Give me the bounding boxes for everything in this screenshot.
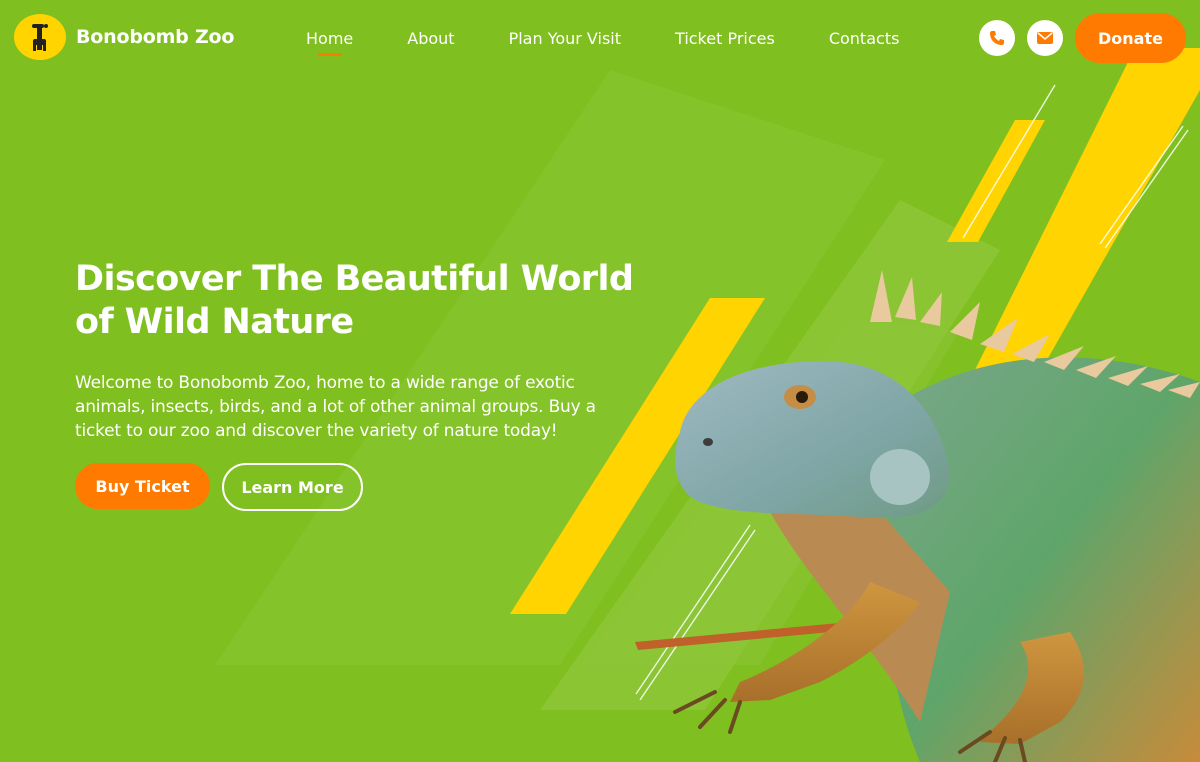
site-header: Bonobomb Zoo Home About Plan Your Visit … <box>0 0 1200 76</box>
learn-more-button[interactable]: Learn More <box>222 463 363 511</box>
phone-button[interactable] <box>979 20 1015 56</box>
iguana-image <box>635 270 1200 762</box>
hero-description: Welcome to Bonobomb Zoo, home to a wide … <box>75 373 596 441</box>
nav-home[interactable]: Home <box>306 29 353 56</box>
hero-section: Discover The Beautiful World of Wild Nat… <box>75 258 635 443</box>
hero-title: Discover The Beautiful World of Wild Nat… <box>75 259 634 342</box>
mail-icon <box>1037 32 1053 44</box>
logo[interactable]: Bonobomb Zoo <box>14 14 234 60</box>
nav-ticket-prices[interactable]: Ticket Prices <box>675 29 775 48</box>
buy-ticket-button[interactable]: Buy Ticket <box>75 463 210 509</box>
main-nav: Home About Plan Your Visit Ticket Prices… <box>306 29 953 56</box>
donate-button[interactable]: Donate <box>1075 13 1186 63</box>
mail-button[interactable] <box>1027 20 1063 56</box>
nav-about[interactable]: About <box>407 29 454 48</box>
brand-name: Bonobomb Zoo <box>76 26 235 48</box>
giraffe-icon <box>14 14 66 60</box>
nav-contacts[interactable]: Contacts <box>829 29 900 48</box>
nav-plan-your-visit[interactable]: Plan Your Visit <box>509 29 621 48</box>
phone-icon <box>990 31 1004 45</box>
